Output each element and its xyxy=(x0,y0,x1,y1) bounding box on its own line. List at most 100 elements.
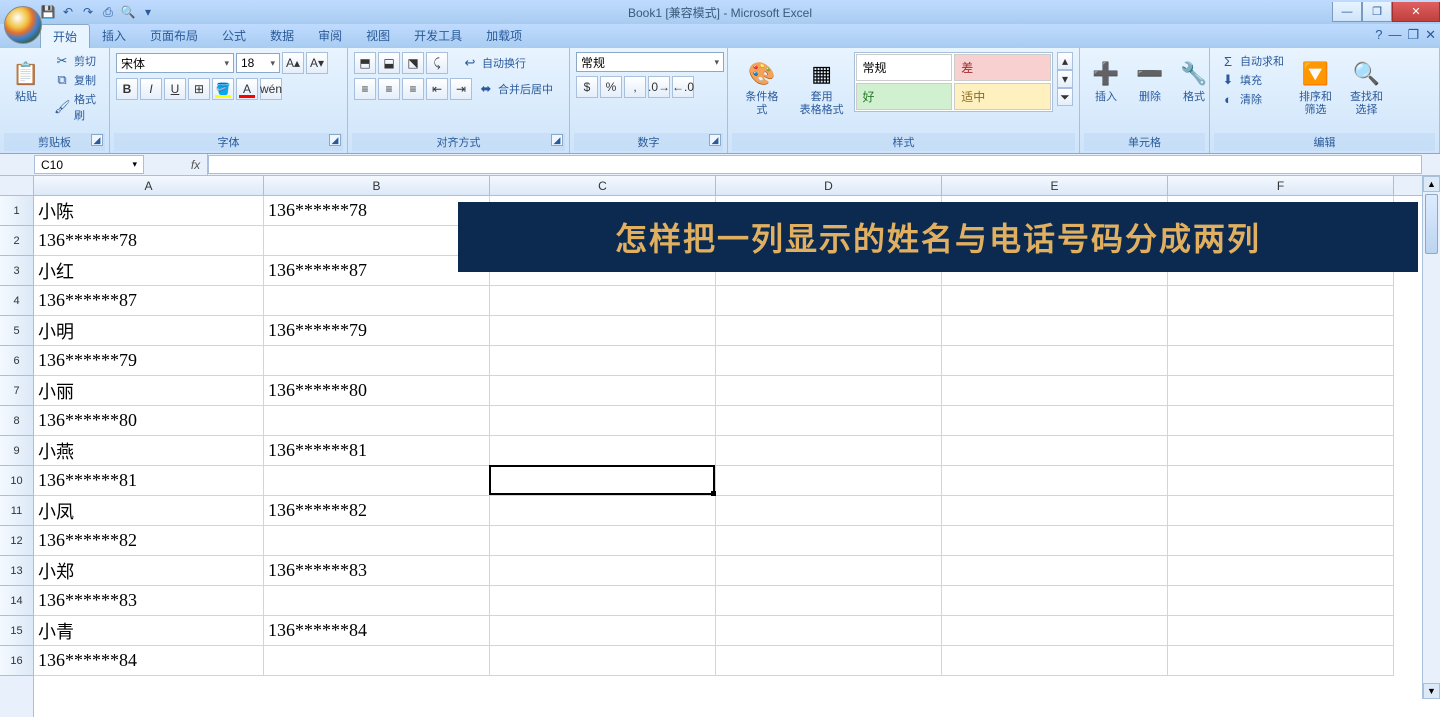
cell-E16[interactable] xyxy=(942,646,1168,676)
tab-视图[interactable]: 视图 xyxy=(354,24,402,48)
fill-button[interactable]: ⬇填充 xyxy=(1216,71,1288,89)
column-header-F[interactable]: F xyxy=(1168,176,1394,195)
cell-D16[interactable] xyxy=(716,646,942,676)
comma-button[interactable]: , xyxy=(624,76,646,98)
save-icon[interactable]: 💾 xyxy=(40,4,56,20)
wrap-text-button[interactable]: ↩自动换行 xyxy=(458,54,530,72)
cell-C5[interactable] xyxy=(490,316,716,346)
cell-D8[interactable] xyxy=(716,406,942,436)
align-left-button[interactable]: ≡ xyxy=(354,78,376,100)
cell-B11[interactable]: 136******82 xyxy=(264,496,490,526)
format-cells-button[interactable]: 🔧格式 xyxy=(1174,52,1214,109)
doc-minimize-button[interactable]: — xyxy=(1388,27,1401,43)
maximize-button[interactable]: ❐ xyxy=(1362,2,1392,22)
cell-E4[interactable] xyxy=(942,286,1168,316)
cell-B12[interactable] xyxy=(264,526,490,556)
cell-E14[interactable] xyxy=(942,586,1168,616)
italic-button[interactable]: I xyxy=(140,78,162,100)
cell-A13[interactable]: 小郑 xyxy=(34,556,264,586)
cell-A6[interactable]: 136******79 xyxy=(34,346,264,376)
cell-C7[interactable] xyxy=(490,376,716,406)
column-header-E[interactable]: E xyxy=(942,176,1168,195)
row-header-11[interactable]: 11 xyxy=(0,496,33,526)
cell-A9[interactable]: 小燕 xyxy=(34,436,264,466)
cell-F14[interactable] xyxy=(1168,586,1394,616)
cell-F16[interactable] xyxy=(1168,646,1394,676)
preview-icon[interactable]: 🔍 xyxy=(120,4,136,20)
cell-B6[interactable] xyxy=(264,346,490,376)
scroll-thumb[interactable] xyxy=(1425,194,1438,254)
cell-A2[interactable]: 136******78 xyxy=(34,226,264,256)
cell-A1[interactable]: 小陈 xyxy=(34,196,264,226)
decrease-decimal-button[interactable]: ←.0 xyxy=(672,76,694,98)
currency-button[interactable]: $ xyxy=(576,76,598,98)
tab-开发工具[interactable]: 开发工具 xyxy=(402,24,474,48)
cell-F12[interactable] xyxy=(1168,526,1394,556)
cell-F11[interactable] xyxy=(1168,496,1394,526)
bold-button[interactable]: B xyxy=(116,78,138,100)
cell-E11[interactable] xyxy=(942,496,1168,526)
cell-B4[interactable] xyxy=(264,286,490,316)
cell-C14[interactable] xyxy=(490,586,716,616)
office-button[interactable] xyxy=(4,6,42,44)
row-header-1[interactable]: 1 xyxy=(0,196,33,226)
cell-D11[interactable] xyxy=(716,496,942,526)
row-header-2[interactable]: 2 xyxy=(0,226,33,256)
cell-E8[interactable] xyxy=(942,406,1168,436)
styles-scroll-up[interactable]: ▴ xyxy=(1057,52,1073,70)
cell-B8[interactable] xyxy=(264,406,490,436)
font-color-button[interactable]: A xyxy=(236,78,258,100)
select-all-corner[interactable] xyxy=(0,176,34,196)
formula-bar[interactable] xyxy=(208,155,1422,174)
name-box[interactable]: C10▾ xyxy=(34,155,144,174)
cell-E7[interactable] xyxy=(942,376,1168,406)
qat-dropdown-icon[interactable]: ▾ xyxy=(140,4,156,20)
styles-more[interactable]: ⏷ xyxy=(1057,88,1073,106)
format-as-table-button[interactable]: ▦套用 表格格式 xyxy=(794,52,850,122)
increase-indent-button[interactable]: ⇥ xyxy=(450,78,472,100)
cell-B15[interactable]: 136******84 xyxy=(264,616,490,646)
clipboard-dialog-launcher[interactable]: ◢ xyxy=(91,134,103,146)
cell-F13[interactable] xyxy=(1168,556,1394,586)
cell-E5[interactable] xyxy=(942,316,1168,346)
cell-D14[interactable] xyxy=(716,586,942,616)
tab-开始[interactable]: 开始 xyxy=(40,24,90,48)
cell-D12[interactable] xyxy=(716,526,942,556)
cell-A10[interactable]: 136******81 xyxy=(34,466,264,496)
cell-B5[interactable]: 136******79 xyxy=(264,316,490,346)
cell-C15[interactable] xyxy=(490,616,716,646)
cell-C9[interactable] xyxy=(490,436,716,466)
percent-button[interactable]: % xyxy=(600,76,622,98)
format-painter-button[interactable]: 🖌格式刷 xyxy=(50,90,103,124)
align-middle-button[interactable]: ⬓ xyxy=(378,52,400,74)
cell-D6[interactable] xyxy=(716,346,942,376)
align-bottom-button[interactable]: ⬔ xyxy=(402,52,424,74)
cell-C16[interactable] xyxy=(490,646,716,676)
increase-font-button[interactable]: A▴ xyxy=(282,52,304,74)
doc-close-button[interactable]: ✕ xyxy=(1425,27,1436,43)
tab-页面布局[interactable]: 页面布局 xyxy=(138,24,210,48)
cell-B16[interactable] xyxy=(264,646,490,676)
cell-E13[interactable] xyxy=(942,556,1168,586)
align-right-button[interactable]: ≡ xyxy=(402,78,424,100)
find-select-button[interactable]: 🔍查找和 选择 xyxy=(1343,52,1390,122)
cell-B1[interactable]: 136******78 xyxy=(264,196,490,226)
conditional-formatting-button[interactable]: 🎨条件格式 xyxy=(734,52,790,122)
cell-C6[interactable] xyxy=(490,346,716,376)
underline-button[interactable]: U xyxy=(164,78,186,100)
column-header-A[interactable]: A xyxy=(34,176,264,195)
paste-button[interactable]: 📋 粘贴 xyxy=(6,52,46,109)
row-header-12[interactable]: 12 xyxy=(0,526,33,556)
styles-scroll-down[interactable]: ▾ xyxy=(1057,70,1073,88)
row-header-6[interactable]: 6 xyxy=(0,346,33,376)
row-header-9[interactable]: 9 xyxy=(0,436,33,466)
phonetic-button[interactable]: wén xyxy=(260,78,282,100)
delete-cells-button[interactable]: ➖删除 xyxy=(1130,52,1170,109)
vertical-scrollbar[interactable]: ▲ ▼ xyxy=(1422,176,1440,699)
orientation-button[interactable]: ⤹ xyxy=(426,52,448,74)
cell-E15[interactable] xyxy=(942,616,1168,646)
border-button[interactable]: ⊞ xyxy=(188,78,210,100)
font-dialog-launcher[interactable]: ◢ xyxy=(329,134,341,146)
decrease-indent-button[interactable]: ⇤ xyxy=(426,78,448,100)
row-header-5[interactable]: 5 xyxy=(0,316,33,346)
